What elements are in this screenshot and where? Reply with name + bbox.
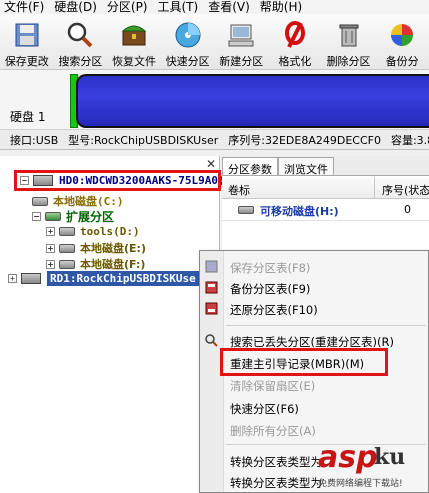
quick-partition-button[interactable]: 快速分区	[161, 14, 215, 70]
menu-item-clear-reserved[interactable]: 清除保留扇区(E)	[230, 378, 315, 394]
menu-item-convert-type-1[interactable]: 转换分区表类型为	[230, 454, 322, 470]
menu-bar: 文件(F) 硬盘(D) 分区(P) 工具(T) 查看(V) 帮助(H)	[0, 0, 429, 14]
row-divider	[222, 220, 429, 221]
menu-item-delete-all[interactable]: 删除所有分区(A)	[230, 423, 316, 439]
tree-node-local-f-label: 本地磁盘(F:)	[80, 258, 146, 271]
extended-partition-icon	[45, 212, 61, 221]
menu-item-backup-table[interactable]: 备份分区表(F9)	[230, 281, 310, 297]
menu-view[interactable]: 查看(V)	[204, 0, 256, 14]
search-partition-button[interactable]: 搜索分区	[54, 14, 108, 70]
menu-help[interactable]: 帮助(H)	[256, 0, 308, 14]
menu-item-quick-partition[interactable]: 快速分区(F6)	[230, 401, 299, 417]
removable-disk-icon	[21, 273, 41, 284]
partition-icon	[59, 243, 75, 253]
save-icon	[12, 20, 42, 50]
disk-partition-visual[interactable]	[76, 74, 429, 128]
partition-icon	[32, 196, 48, 206]
new-partition-button[interactable]: 新建分区	[215, 14, 269, 70]
toolbar: 保存更改 搜索分区 恢复文件 快速分区 新建分区 格式化 删除分区 备份分	[0, 14, 429, 70]
computer-icon	[226, 20, 256, 50]
tree-node-local-f[interactable]: + 本地磁盘(F:)	[46, 256, 145, 272]
disc-icon	[173, 20, 203, 50]
table-row[interactable]: 可移动磁盘(H:) 0	[222, 200, 429, 220]
delete-partition-button[interactable]: 删除分区	[322, 14, 376, 70]
tree-node-extended-label: 扩展分区	[66, 210, 115, 224]
menu-partition[interactable]: 分区(P)	[103, 0, 154, 14]
watermark-sub: 免费网络编程下载站!	[318, 479, 403, 489]
row-name: 可移动磁盘(H:)	[260, 205, 339, 218]
trash-icon	[334, 20, 364, 50]
expand-icon[interactable]: +	[46, 243, 55, 253]
tree-node-tools-label: tools(D:)	[80, 225, 140, 238]
close-icon[interactable]: ✕	[206, 157, 216, 171]
column-divider[interactable]	[374, 177, 375, 199]
quick-partition-label: 快速分区	[165, 55, 210, 68]
expand-icon[interactable]: +	[8, 274, 17, 283]
chest-icon	[119, 20, 149, 50]
watermark-ku: ku	[374, 444, 406, 470]
info-model: 型号:RockChipUSBDISKUser	[68, 133, 219, 147]
search-label: 搜索分区	[58, 55, 103, 68]
save-button[interactable]: 保存更改	[0, 14, 54, 70]
backup-button[interactable]: 备份分	[375, 14, 429, 70]
row-index: 0	[404, 203, 411, 216]
tree-node-local-e-label: 本地磁盘(E:)	[80, 242, 146, 255]
search-icon	[65, 20, 95, 50]
menu-item-convert-type-2[interactable]: 转换分区表类型为	[230, 475, 322, 491]
tree-node-tools[interactable]: + tools(D:)	[46, 225, 140, 238]
tree-node-local-c-label: 本地磁盘(C:)	[53, 195, 124, 208]
expand-icon[interactable]: +	[46, 259, 55, 269]
backup-table-icon	[205, 281, 218, 294]
delete-partition-label: 删除分区	[326, 55, 371, 68]
menu-disk[interactable]: 硬盘(D)	[50, 0, 103, 14]
menu-item-save-table[interactable]: 保存分区表(F8)	[230, 260, 310, 276]
info-interface: 接口:USB	[10, 133, 59, 147]
save-table-icon	[205, 260, 218, 273]
format-label: 格式化	[278, 55, 312, 68]
backup-icon	[387, 20, 417, 50]
recover-label: 恢复文件	[112, 55, 157, 68]
removable-disk-icon	[238, 206, 254, 214]
disk-label: 硬盘 1	[10, 110, 46, 124]
tree-node-local-c[interactable]: 本地磁盘(C:)	[32, 193, 124, 209]
info-serial: 序列号:32EDE8A249DECCF0	[228, 133, 381, 147]
highlight-box-hd0	[14, 170, 221, 191]
format-button[interactable]: 格式化	[268, 14, 322, 70]
tab-bar: 分区参数 浏览文件	[222, 156, 429, 176]
tree-node-local-e[interactable]: + 本地磁盘(E:)	[46, 240, 146, 256]
menu-separator	[226, 325, 426, 326]
column-label[interactable]: 卷标	[228, 182, 250, 198]
column-headers: 卷标 序号(状态	[222, 177, 429, 199]
menu-item-restore-table[interactable]: 还原分区表(F10)	[230, 302, 318, 318]
info-capacity: 容量:3.8G	[390, 133, 429, 147]
tree-node-extended[interactable]: − 扩展分区	[32, 208, 114, 225]
partition-icon	[59, 259, 75, 269]
tab-browse-files[interactable]: 浏览文件	[278, 157, 334, 176]
disk-info-bar: 接口:USB 型号:RockChipUSBDISKUser 序列号:32EDE8…	[0, 130, 429, 150]
recover-files-button[interactable]: 恢复文件	[107, 14, 161, 70]
highlight-box-mbr	[220, 348, 388, 376]
tree-node-rd1[interactable]: + RD1:RockChipUSBDISKUse	[8, 271, 199, 286]
menu-file[interactable]: 文件(F)	[0, 0, 50, 14]
menu-tools[interactable]: 工具(T)	[154, 0, 205, 14]
expand-icon[interactable]: +	[46, 227, 55, 236]
restore-table-icon	[205, 302, 218, 315]
save-label: 保存更改	[4, 55, 49, 68]
watermark-asp: asp	[318, 440, 378, 475]
format-icon	[280, 20, 310, 50]
search-lost-icon	[205, 334, 218, 347]
partition-icon	[59, 227, 75, 236]
tab-partition-params[interactable]: 分区参数	[222, 157, 278, 176]
column-index[interactable]: 序号(状态	[382, 182, 429, 198]
new-partition-label: 新建分区	[219, 55, 264, 68]
tree-node-rd1-label: RD1:RockChipUSBDISKUse	[47, 271, 199, 286]
collapse-icon[interactable]: −	[32, 212, 41, 221]
watermark: asp ku 免费网络编程下载站!	[318, 440, 429, 493]
backup-label: 备份分	[385, 55, 419, 68]
